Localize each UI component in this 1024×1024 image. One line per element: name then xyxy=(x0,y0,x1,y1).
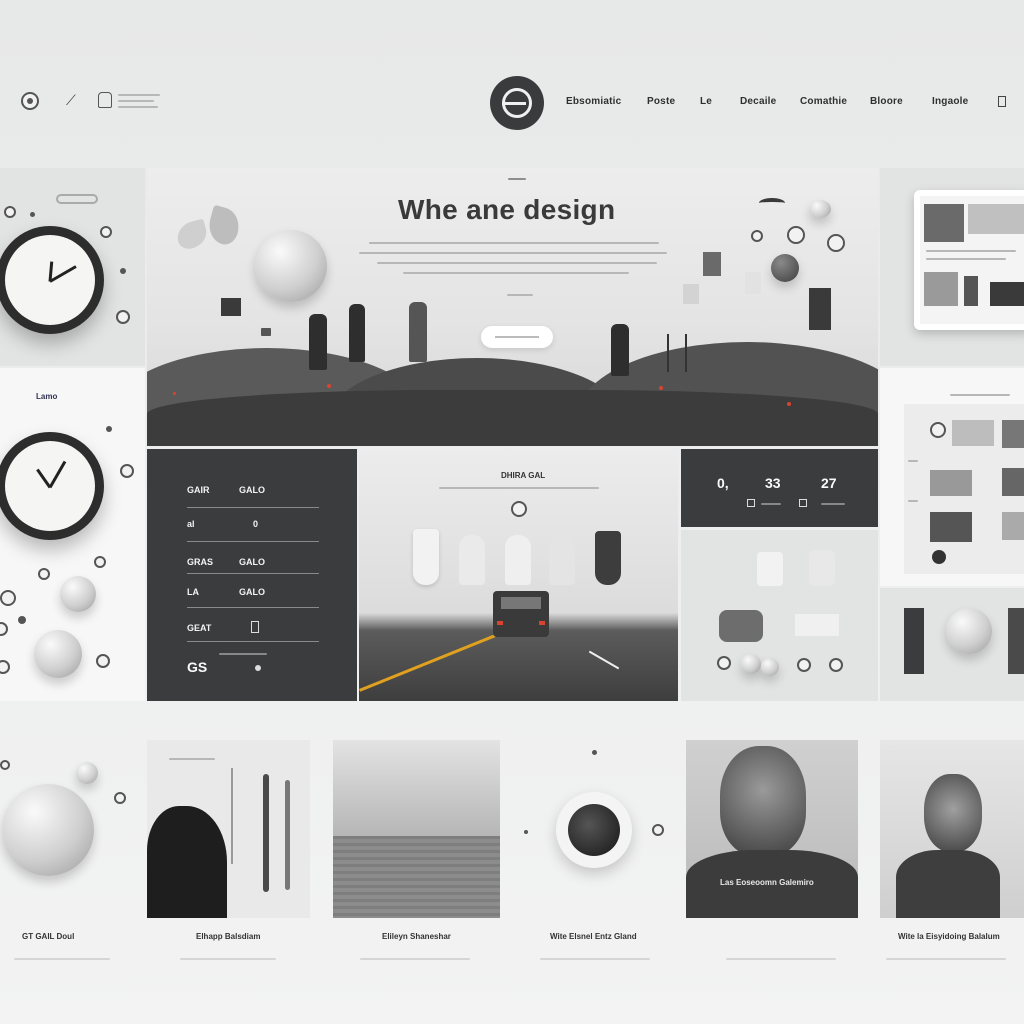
pen-icon[interactable]: ⟋ xyxy=(66,92,76,109)
butterfly-icon xyxy=(174,204,244,260)
nav-item-ebsomiatic[interactable]: Ebsomiatic xyxy=(566,96,621,107)
globe-icon xyxy=(2,784,94,876)
nav-item-decaile[interactable]: Decaile xyxy=(740,96,776,107)
hiker-figure xyxy=(349,304,365,362)
tablet-panel xyxy=(880,168,1024,366)
clock-icon xyxy=(0,226,104,334)
card-caption: Wite Elsnel Entz Gland xyxy=(550,932,637,941)
photographer-figure xyxy=(611,324,629,376)
tag-icon xyxy=(757,552,783,586)
flag-icon xyxy=(703,252,721,276)
stat-footer: GS xyxy=(187,659,208,675)
hiker-figure xyxy=(309,314,327,370)
panel-label: Lamo xyxy=(36,392,58,401)
road-yellow-line xyxy=(359,629,509,692)
cards-panel-right xyxy=(880,588,1024,701)
clock-panel-bottom: Lamo xyxy=(0,368,145,701)
stat-row-left: GRAS xyxy=(187,557,214,567)
nav-item-poste[interactable]: Poste xyxy=(647,96,675,107)
nav-item-ingaole[interactable]: Ingaole xyxy=(932,96,968,107)
card-3[interactable] xyxy=(333,740,500,918)
wolf-figure xyxy=(147,806,227,918)
truck xyxy=(493,591,549,637)
clock-panel-top xyxy=(0,168,145,366)
globe-icon xyxy=(255,230,327,302)
card-5-overlay-caption: Las Eoseoomn Galemiro xyxy=(720,878,814,887)
thumb-icon xyxy=(719,610,763,642)
camera-tripod-icon xyxy=(667,334,687,372)
stat-value: 0, xyxy=(717,475,729,491)
nav-item-bloore[interactable]: Bloore xyxy=(870,96,903,107)
card-1[interactable] xyxy=(0,740,135,920)
card-caption: Elileyn Shaneshar xyxy=(382,932,451,941)
stat-row-right: 0 xyxy=(253,519,259,529)
stat-row-right: GALO xyxy=(239,587,265,597)
nav-item-le[interactable]: Le xyxy=(700,96,712,107)
tablet-device[interactable] xyxy=(914,190,1024,330)
card-caption: Elhapp Balsdiam xyxy=(196,932,261,941)
stat-row-left: GEAT xyxy=(187,623,212,633)
card-4[interactable] xyxy=(520,740,670,918)
hiker-figure xyxy=(409,302,427,362)
hero-section: Whe ane design xyxy=(147,168,878,446)
clock-icon xyxy=(0,432,104,540)
stat-row-left: GAIR xyxy=(187,485,210,495)
brand-logo[interactable] xyxy=(490,76,544,130)
card-5[interactable]: Las Eoseoomn Galemiro xyxy=(686,740,858,918)
hero-cta-button[interactable] xyxy=(481,326,553,348)
target-icon[interactable] xyxy=(21,92,39,110)
stats-numbers-panel: 0, 33 27 xyxy=(681,449,878,527)
flag-icon xyxy=(683,284,699,304)
person-portrait xyxy=(720,746,806,856)
globe-icon xyxy=(34,630,82,678)
bird-icon xyxy=(759,198,785,208)
menu-icon[interactable] xyxy=(998,96,1006,107)
cup-icon xyxy=(809,550,835,586)
user-icon[interactable] xyxy=(98,92,112,108)
road-panel-heading: DHIRA GAL xyxy=(501,471,546,480)
flag-icon xyxy=(221,298,241,316)
nav-item-comathie[interactable]: Comathie xyxy=(800,96,847,107)
stats-list-panel: GAIR GALO al 0 GRAS GALO LA GALO GEAT GS xyxy=(147,449,357,701)
stat-row-left: LA xyxy=(187,587,199,597)
stat-value: 27 xyxy=(821,475,837,491)
card-2[interactable] xyxy=(147,740,310,918)
ribbon-icon xyxy=(56,194,98,204)
road-panel: DHIRA GAL xyxy=(359,449,678,701)
stat-row-right: GALO xyxy=(239,485,265,495)
stat-row-left: al xyxy=(187,519,195,529)
sign-icon xyxy=(809,288,831,330)
person-portrait xyxy=(924,774,982,852)
hero-title: Whe ane design xyxy=(398,194,616,225)
globe-icon xyxy=(60,576,96,612)
coffee-cup-icon xyxy=(556,792,632,868)
stat-row-right: GALO xyxy=(239,557,265,567)
stat-value: 33 xyxy=(765,475,781,491)
icons-panel xyxy=(681,530,878,701)
card-caption: Wite la Eisyidoing Balalum xyxy=(898,932,1000,941)
card-6[interactable] xyxy=(880,740,1024,918)
card-caption: GT GAIL Doul xyxy=(22,932,75,941)
flag-icon xyxy=(745,272,761,294)
header-left-icons: ⟋ xyxy=(18,90,168,114)
blog-panel xyxy=(880,368,1024,586)
